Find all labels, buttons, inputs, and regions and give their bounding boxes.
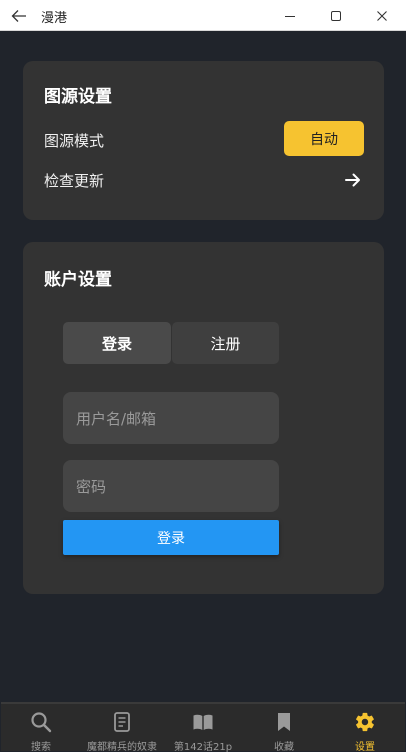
maximize-icon bbox=[331, 10, 341, 21]
minimize-button[interactable] bbox=[267, 0, 313, 31]
close-icon bbox=[377, 10, 387, 21]
book-icon bbox=[193, 714, 213, 730]
nav-label-favorites: 收藏 bbox=[274, 742, 294, 752]
nav-label-search: 搜索 bbox=[31, 742, 51, 752]
nav-label-settings: 设置 bbox=[355, 742, 375, 752]
gear-icon bbox=[356, 712, 374, 732]
arrow-left-icon[interactable] bbox=[10, 7, 28, 24]
account-settings-card: 账户设置 登录 注册 用户名/邮箱 密码 登录 bbox=[23, 242, 384, 594]
username-field[interactable]: 用户名/邮箱 bbox=[63, 392, 279, 444]
nav-label-comic: 魔都精兵的奴隶 bbox=[87, 742, 157, 752]
nav-item-comic[interactable]: 魔都精兵的奴隶 bbox=[82, 704, 162, 752]
document-icon bbox=[114, 712, 130, 732]
check-update-label[interactable]: 检查更新 bbox=[44, 170, 104, 191]
source-settings-title: 图源设置 bbox=[44, 87, 112, 107]
tab-login[interactable]: 登录 bbox=[63, 322, 171, 364]
nav-item-chapter[interactable]: 第142话21p bbox=[163, 704, 243, 752]
app-content: 图源设置 图源模式 自动 检查更新 账户设置 登录 注册 用户名/邮箱 密码 登… bbox=[1, 31, 405, 752]
window-title: 漫港 bbox=[41, 11, 68, 26]
arrow-right-icon[interactable] bbox=[344, 171, 362, 189]
account-settings-title: 账户设置 bbox=[44, 270, 112, 290]
maximize-button[interactable] bbox=[313, 0, 359, 31]
bookmark-icon bbox=[278, 713, 290, 731]
source-mode-label: 图源模式 bbox=[44, 132, 105, 150]
nav-item-favorites[interactable]: 收藏 bbox=[244, 704, 324, 752]
nav-label-chapter: 第142话21p bbox=[173, 742, 233, 752]
tab-register[interactable]: 注册 bbox=[172, 322, 279, 364]
minimize-icon bbox=[285, 15, 295, 17]
search-icon bbox=[31, 712, 52, 733]
bottom-nav: 搜索 魔都精兵的奴隶 第142话21p 收藏 设置 bbox=[1, 702, 405, 752]
login-submit-button[interactable]: 登录 bbox=[63, 520, 279, 555]
source-mode-button[interactable]: 自动 bbox=[284, 121, 364, 156]
close-button[interactable] bbox=[359, 0, 405, 31]
nav-item-settings[interactable]: 设置 bbox=[325, 704, 405, 752]
source-settings-card: 图源设置 图源模式 自动 检查更新 bbox=[23, 61, 384, 220]
password-field[interactable]: 密码 bbox=[63, 460, 279, 512]
window-titlebar: 漫港 bbox=[0, 0, 406, 31]
nav-item-search[interactable]: 搜索 bbox=[1, 704, 81, 752]
